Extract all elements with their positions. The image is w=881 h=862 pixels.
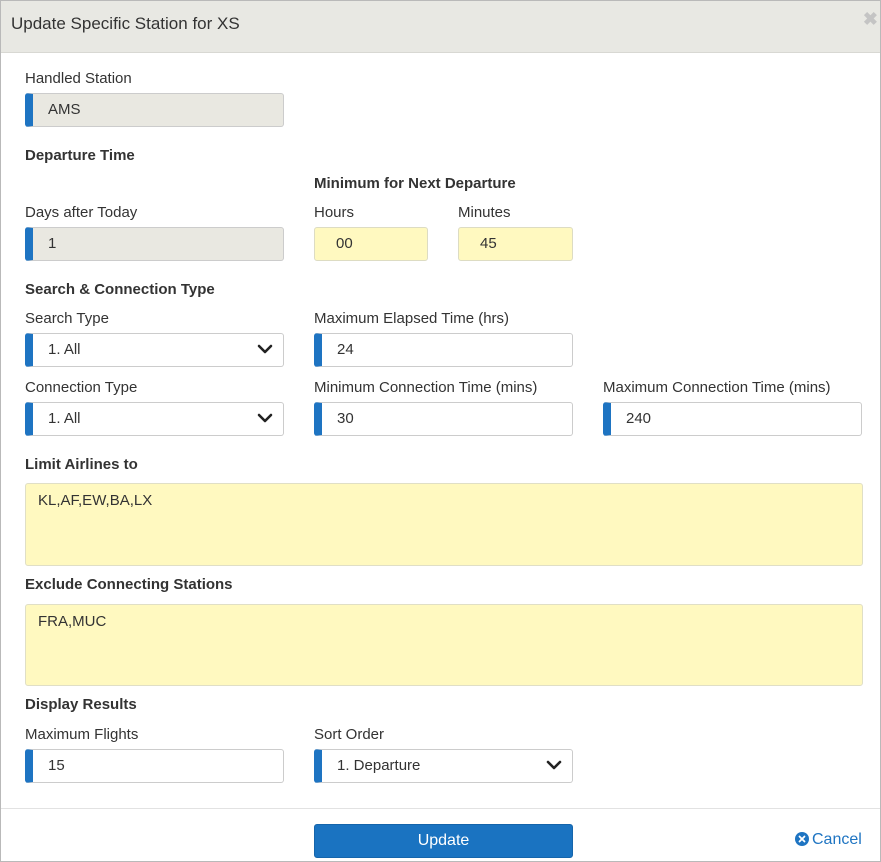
days-after-today-field: 1 [25,227,284,261]
departure-time-heading: Departure Time [25,147,135,164]
min-connection-input[interactable]: 30 [314,402,573,436]
handled-station-label: Handled Station [25,70,132,87]
footer-divider [1,808,880,809]
hours-label: Hours [314,204,355,221]
days-after-today-label: Days after Today [25,204,138,221]
search-connection-heading: Search & Connection Type [25,281,215,298]
chevron-down-icon [546,760,562,770]
max-elapsed-label: Maximum Elapsed Time (hrs) [314,310,510,327]
chevron-down-icon [257,413,273,423]
max-elapsed-input[interactable]: 24 [314,333,573,367]
max-flights-input[interactable]: 15 [25,749,284,783]
sort-order-label: Sort Order [314,726,385,743]
hours-input[interactable]: 00 [314,227,428,261]
dialog-header: Update Specific Station for XS ✖ [1,1,880,53]
dialog-title: Update Specific Station for XS [11,14,240,33]
max-flights-label: Maximum Flights [25,726,139,743]
min-next-departure-heading: Minimum for Next Departure [314,175,516,192]
sort-order-value: 1. Departure [337,757,421,774]
minutes-input[interactable]: 45 [458,227,573,261]
max-connection-label: Maximum Connection Time (mins) [603,379,831,396]
limit-airlines-heading: Limit Airlines to [25,456,138,473]
search-type-value: 1. All [48,341,81,358]
connection-type-label: Connection Type [25,379,138,396]
handled-station-field: AMS [25,93,284,127]
min-connection-label: Minimum Connection Time (mins) [314,379,538,396]
exclude-stations-heading: Exclude Connecting Stations [25,576,233,593]
close-x-icon[interactable]: ✖ [863,9,878,30]
search-type-select[interactable]: 1. All [25,333,284,367]
connection-type-select[interactable]: 1. All [25,402,284,436]
limit-airlines-textarea[interactable]: KL,AF,EW,BA,LX [25,483,863,566]
connection-type-value: 1. All [48,410,81,427]
max-connection-input[interactable]: 240 [603,402,862,436]
update-station-dialog: Update Specific Station for XS ✖ Handled… [0,0,881,862]
chevron-down-icon [257,344,273,354]
display-results-heading: Display Results [25,696,137,713]
minutes-label: Minutes [458,204,511,221]
search-type-label: Search Type [25,310,109,327]
exclude-stations-textarea[interactable]: FRA,MUC [25,604,863,686]
cancel-label: Cancel [812,831,862,848]
cancel-circle-icon [795,832,809,846]
sort-order-select[interactable]: 1. Departure [314,749,573,783]
cancel-link[interactable]: Cancel [795,831,862,849]
update-button[interactable]: Update [314,824,573,858]
